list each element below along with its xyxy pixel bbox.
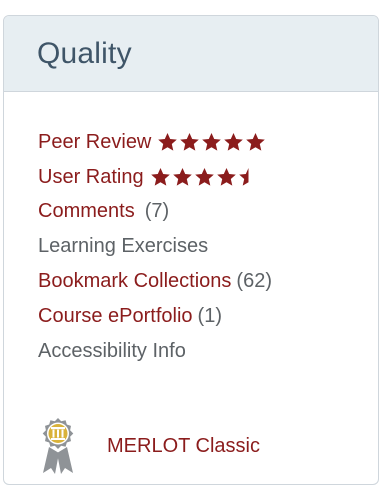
merlot-classic-award: MERLOT Classic: [38, 417, 378, 475]
star-full-icon: [158, 133, 178, 151]
bookmark-collections-link[interactable]: Bookmark Collections: [38, 270, 231, 293]
award-ribbon-icon: [42, 417, 74, 474]
course-eportfolio-row: Course ePortfolio (1): [38, 299, 378, 334]
merlot-classic-link[interactable]: MERLOT Classic: [107, 435, 260, 458]
panel-body: Peer Review User Rating Comments (7) Lea…: [4, 92, 378, 475]
comments-count: (7): [144, 200, 170, 223]
user-rating-link[interactable]: User Rating: [38, 166, 144, 189]
star-full-icon: [150, 168, 170, 186]
user-rating-stars[interactable]: [150, 167, 259, 187]
user-rating-row: User Rating: [38, 160, 378, 195]
panel-title: Quality: [37, 36, 132, 70]
star-full-icon: [194, 168, 214, 186]
course-eportfolio-link[interactable]: Course ePortfolio: [38, 305, 193, 328]
comments-link[interactable]: Comments: [38, 200, 135, 223]
star-full-icon: [180, 133, 200, 151]
star-full-icon: [216, 168, 236, 186]
quality-panel: Quality Peer Review User Rating Comments…: [3, 15, 379, 485]
learning-exercises-label: Learning Exercises: [38, 235, 209, 258]
learning-exercises-row: Learning Exercises: [38, 229, 378, 264]
panel-header: Quality: [4, 16, 378, 92]
accessibility-info-label: Accessibility Info: [38, 339, 186, 362]
star-full-icon: [246, 133, 266, 151]
course-eportfolio-count: (1): [197, 304, 222, 327]
star-full-icon: [224, 133, 244, 151]
peer-review-row: Peer Review: [38, 125, 378, 160]
accessibility-info-row: Accessibility Info: [38, 334, 378, 369]
bookmark-collections-count: (62): [236, 270, 272, 293]
star-full-icon: [202, 133, 222, 151]
peer-review-stars[interactable]: [157, 132, 266, 152]
bookmark-collections-row: Bookmark Collections (62): [38, 264, 378, 299]
comments-row: Comments (7): [38, 195, 378, 230]
star-full-icon: [172, 168, 192, 186]
star-half-icon: [238, 168, 249, 186]
peer-review-link[interactable]: Peer Review: [38, 131, 151, 154]
